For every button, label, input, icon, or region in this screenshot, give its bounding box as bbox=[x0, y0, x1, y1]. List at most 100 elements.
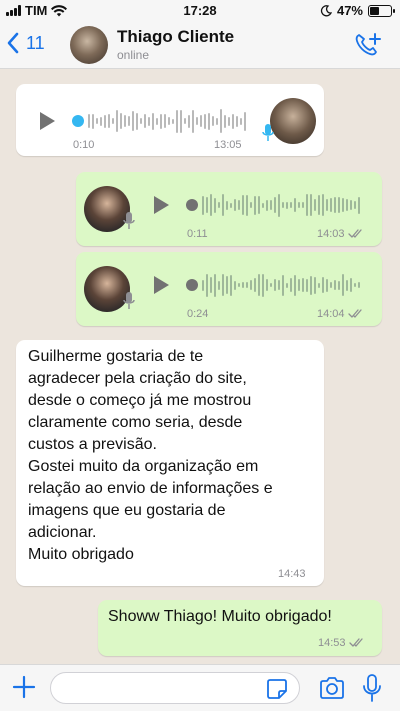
waveform-bar bbox=[326, 199, 328, 211]
playback-position-dot[interactable] bbox=[186, 199, 198, 211]
waveform-bar bbox=[338, 197, 340, 213]
waveform-bar bbox=[330, 282, 332, 288]
waveform-bar bbox=[294, 198, 296, 212]
voice-waveform[interactable] bbox=[88, 108, 246, 134]
waveform-bar bbox=[274, 279, 276, 291]
waveform-bar bbox=[160, 113, 162, 129]
playback-position-dot[interactable] bbox=[186, 279, 198, 291]
waveform-bar bbox=[318, 282, 320, 288]
message-input[interactable] bbox=[50, 672, 300, 704]
waveform-bar bbox=[254, 195, 256, 215]
waveform-bar bbox=[346, 279, 348, 291]
back-button[interactable]: 11 bbox=[6, 32, 45, 54]
waveform-bar bbox=[210, 277, 212, 293]
message-text-line: adicionar. bbox=[28, 524, 97, 541]
waveform-bar bbox=[302, 202, 304, 208]
waveform-bar bbox=[286, 282, 288, 288]
waveform-bar bbox=[310, 194, 312, 216]
waveform-bar bbox=[358, 282, 360, 288]
waveform-bar bbox=[318, 195, 320, 215]
outgoing-voice-message[interactable]: 0:11 14:03 bbox=[76, 172, 382, 246]
unread-count: 11 bbox=[26, 32, 45, 53]
waveform-bar bbox=[350, 200, 352, 210]
voice-position: 0:11 bbox=[187, 228, 208, 240]
waveform-bar bbox=[172, 118, 174, 124]
waveform-bar bbox=[262, 202, 264, 208]
waveform-bar bbox=[234, 280, 236, 290]
incoming-text-message[interactable]: Guilherme gostaria de te agradecer pela c… bbox=[16, 340, 324, 586]
waveform-bar bbox=[302, 278, 304, 292]
message-text-line: relação ao envio de informações e bbox=[28, 480, 273, 497]
camera-icon[interactable] bbox=[318, 676, 346, 700]
voice-position: 0:10 bbox=[73, 139, 95, 151]
waveform-bar bbox=[354, 283, 356, 287]
waveform-bar bbox=[306, 194, 308, 216]
sticker-icon[interactable] bbox=[266, 678, 288, 700]
waveform-bar bbox=[298, 279, 300, 291]
playback-position-dot[interactable] bbox=[72, 115, 84, 127]
waveform-bar bbox=[222, 194, 224, 216]
waveform-bar bbox=[266, 199, 268, 211]
waveform-bar bbox=[236, 115, 238, 127]
message-text-line: Gostei muito da organização em bbox=[28, 458, 259, 475]
plus-icon[interactable] bbox=[12, 675, 36, 699]
waveform-bar bbox=[164, 114, 166, 128]
waveform-bar bbox=[338, 280, 340, 290]
waveform-bar bbox=[212, 116, 214, 126]
waveform-bar bbox=[270, 200, 272, 210]
voice-duration: 13:05 bbox=[214, 139, 242, 151]
waveform-bar bbox=[278, 280, 280, 290]
voice-waveform[interactable] bbox=[202, 272, 360, 298]
waveform-bar bbox=[234, 199, 236, 211]
waveform-bar bbox=[290, 202, 292, 208]
incoming-voice-message[interactable]: 0:10 13:05 bbox=[16, 84, 324, 156]
waveform-bar bbox=[132, 111, 134, 131]
waveform-bar bbox=[208, 112, 210, 130]
message-timestamp: 14:04 bbox=[317, 308, 364, 320]
contact-name[interactable]: Thiago Cliente bbox=[117, 27, 234, 47]
waveform-bar bbox=[250, 280, 252, 290]
waveform-bar bbox=[298, 202, 300, 208]
waveform-bar bbox=[188, 114, 190, 128]
waveform-bar bbox=[246, 194, 248, 216]
play-icon[interactable] bbox=[40, 112, 55, 130]
battery-percent: 47% bbox=[336, 3, 363, 18]
waveform-bar bbox=[228, 116, 230, 126]
voice-waveform[interactable] bbox=[202, 192, 360, 218]
waveform-bar bbox=[310, 275, 312, 295]
waveform-bar bbox=[152, 112, 154, 130]
waveform-bar bbox=[232, 113, 234, 129]
do-not-disturb-icon bbox=[320, 4, 332, 16]
phone-plus-icon[interactable] bbox=[354, 32, 382, 58]
waveform-bar bbox=[322, 277, 324, 293]
waveform-bar bbox=[314, 199, 316, 211]
message-list[interactable]: 0:10 13:05 0:11 14:03 0:24 14:04 Guilher… bbox=[0, 70, 400, 664]
sender-avatar bbox=[270, 98, 316, 144]
waveform-bar bbox=[230, 274, 232, 296]
message-text-line: imagens que eu gostaria de bbox=[28, 502, 226, 519]
battery-icon bbox=[368, 4, 395, 17]
waveform-bar bbox=[270, 283, 272, 287]
microphone-icon[interactable] bbox=[362, 674, 382, 702]
outgoing-text-message[interactable]: Showw Thiago! Muito obrigado! 14:53 bbox=[98, 600, 382, 656]
waveform-bar bbox=[176, 109, 178, 133]
waveform-bar bbox=[314, 276, 316, 294]
waveform-bar bbox=[88, 114, 90, 128]
message-timestamp: 14:03 bbox=[317, 228, 364, 240]
play-icon[interactable] bbox=[154, 196, 169, 214]
waveform-bar bbox=[358, 196, 360, 214]
contact-avatar[interactable] bbox=[70, 26, 108, 64]
waveform-bar bbox=[350, 278, 352, 292]
waveform-bar bbox=[334, 280, 336, 290]
message-text-line: agradecer pela criação do site, bbox=[28, 370, 247, 387]
waveform-bar bbox=[262, 273, 264, 297]
waveform-bar bbox=[282, 274, 284, 296]
message-text-line: Muito obrigado bbox=[28, 546, 134, 563]
waveform-bar bbox=[294, 274, 296, 296]
outgoing-voice-message[interactable]: 0:24 14:04 bbox=[76, 252, 382, 326]
waveform-bar bbox=[216, 117, 218, 125]
play-icon[interactable] bbox=[154, 276, 169, 294]
waveform-bar bbox=[214, 273, 216, 297]
waveform-bar bbox=[218, 202, 220, 208]
composer-bar bbox=[0, 664, 400, 711]
